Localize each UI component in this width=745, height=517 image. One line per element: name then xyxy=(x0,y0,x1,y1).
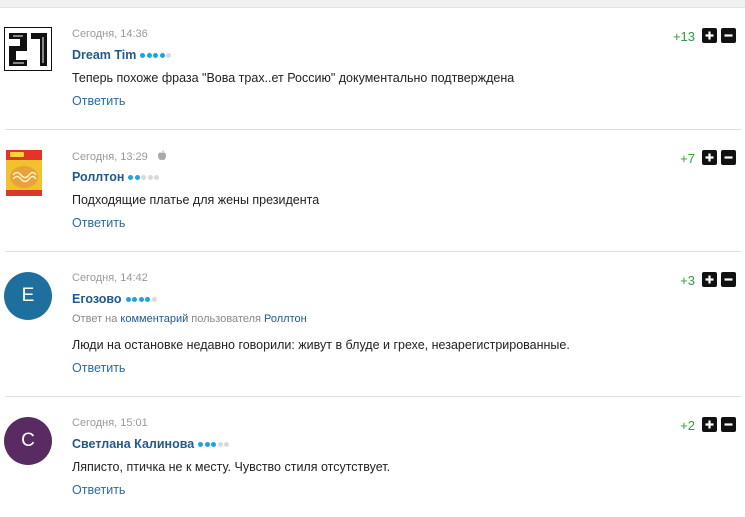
comment-text: Теперь похоже фраза "Вова трах..ет Росси… xyxy=(72,71,515,85)
comment-text: Люди на остановке недавно говорили: живу… xyxy=(72,338,570,352)
top-bar xyxy=(0,0,745,8)
divider xyxy=(5,396,741,397)
comment-rating: +7 xyxy=(680,151,695,166)
author-row: Светлана Калинова xyxy=(72,437,231,451)
reply-link[interactable]: Ответить xyxy=(72,216,125,230)
vote-down-button[interactable] xyxy=(721,417,736,432)
vote-down-button[interactable] xyxy=(721,272,736,287)
author-row: Егозово xyxy=(72,292,158,306)
divider xyxy=(5,251,741,252)
comment-date: Сегодня, 13:29 xyxy=(72,150,167,164)
comment-date: Сегодня, 14:42 xyxy=(72,272,148,284)
author-name[interactable]: Егозово xyxy=(72,292,122,306)
author-row: Роллтон xyxy=(72,170,161,184)
vote-up-button[interactable] xyxy=(702,272,717,287)
noodle-package-icon xyxy=(6,150,42,196)
comment-rating: +13 xyxy=(672,29,695,44)
reply-info: Ответ на комментарий пользователя Роллто… xyxy=(72,313,307,325)
plus-icon xyxy=(705,153,714,162)
reply-comment-link[interactable]: комментарий xyxy=(120,313,188,325)
user-rank-dots xyxy=(125,296,159,302)
divider xyxy=(5,129,741,130)
reply-user-link[interactable]: Роллтон xyxy=(264,313,307,325)
user-rank-dots xyxy=(198,441,231,447)
apple-icon xyxy=(157,150,167,164)
vote-up-button[interactable] xyxy=(702,28,717,43)
author-name[interactable]: Роллтон xyxy=(72,170,124,184)
minus-icon xyxy=(724,156,733,159)
date-text: Сегодня, 13:29 xyxy=(72,151,148,163)
vote-up-button[interactable] xyxy=(702,417,717,432)
minus-icon xyxy=(724,278,733,281)
plus-icon xyxy=(705,275,714,284)
plus-icon xyxy=(705,31,714,40)
avatar[interactable]: С xyxy=(4,417,52,465)
reply-prefix: Ответ на xyxy=(72,313,118,325)
minus-icon xyxy=(724,34,733,37)
comment-text: Ляписто, птичка не к месту. Чувство стил… xyxy=(72,460,391,474)
avatar[interactable] xyxy=(3,26,53,75)
plus-icon xyxy=(705,420,714,429)
logo-21-icon xyxy=(3,26,53,72)
reply-link[interactable]: Ответить xyxy=(72,361,125,375)
comment-date: Сегодня, 14:36 xyxy=(72,28,148,40)
author-name[interactable]: Светлана Калинова xyxy=(72,437,194,451)
avatar[interactable] xyxy=(6,150,42,196)
reply-middle: пользователя xyxy=(191,313,261,325)
vote-up-button[interactable] xyxy=(702,150,717,165)
author-name[interactable]: Dream Tim xyxy=(72,48,136,62)
user-rank-dots xyxy=(128,174,161,180)
minus-icon xyxy=(724,423,733,426)
comment-rating: +2 xyxy=(680,418,695,433)
user-rank-dots xyxy=(140,52,173,58)
reply-link[interactable]: Ответить xyxy=(72,94,125,108)
comment-text: Подходящие платье для жены президента xyxy=(72,193,320,207)
comment-date: Сегодня, 15:01 xyxy=(72,417,148,429)
vote-down-button[interactable] xyxy=(721,150,736,165)
reply-link[interactable]: Ответить xyxy=(72,483,125,497)
comment-rating: +3 xyxy=(680,273,695,288)
author-row: Dream Tim xyxy=(72,48,173,62)
vote-down-button[interactable] xyxy=(721,28,736,43)
avatar[interactable]: Е xyxy=(4,272,52,320)
